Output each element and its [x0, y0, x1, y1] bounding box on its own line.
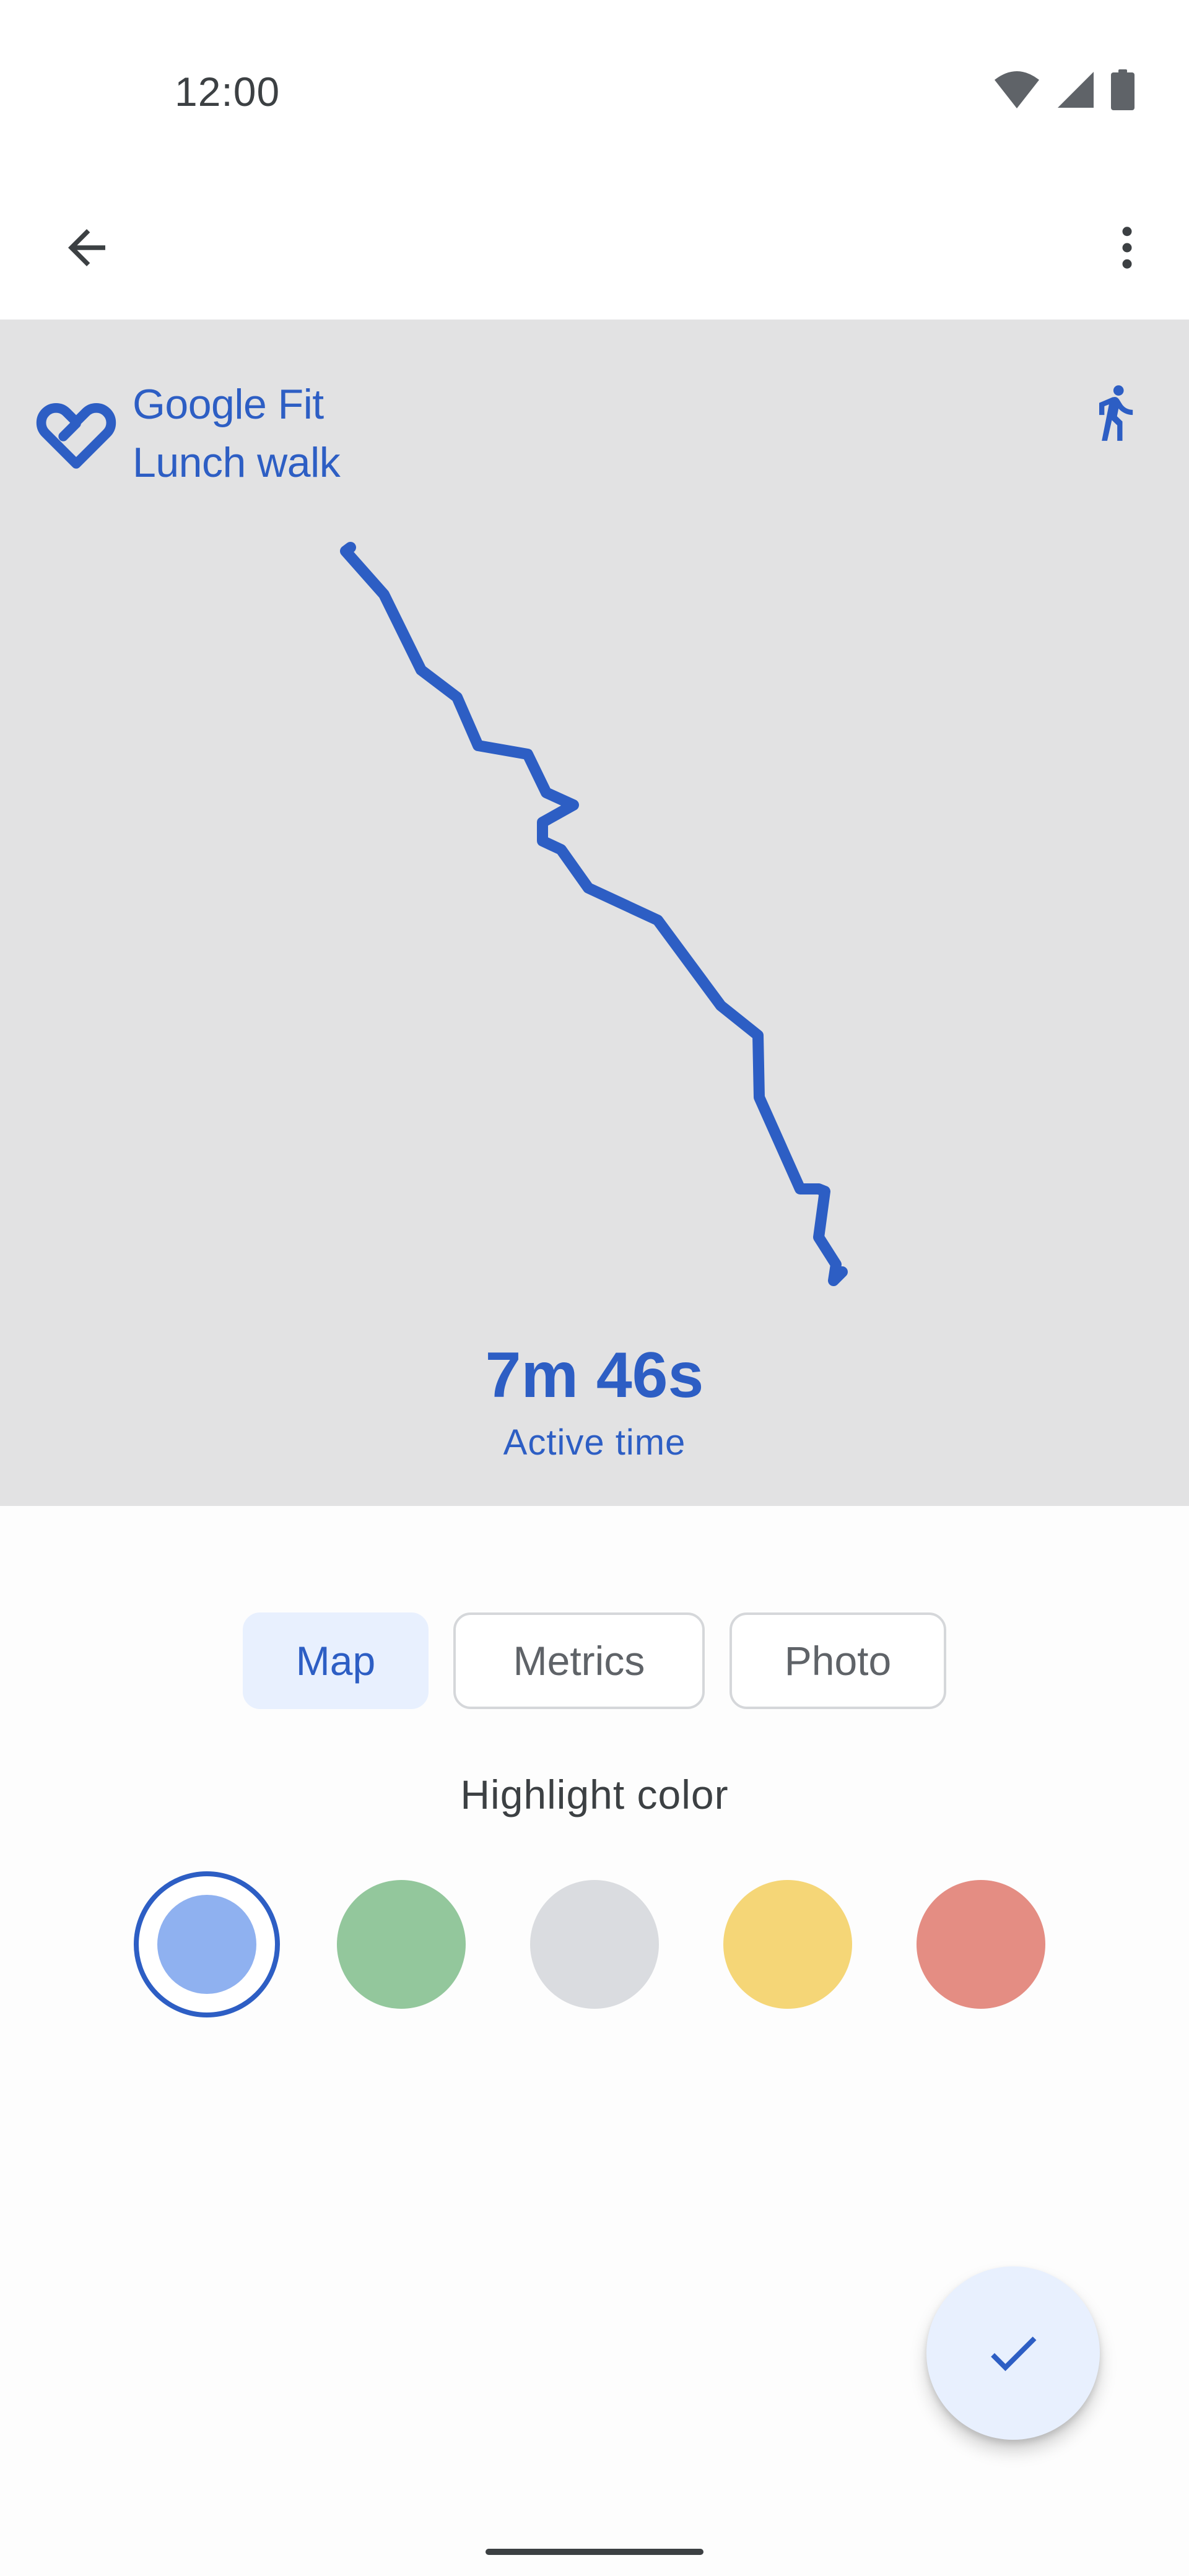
walking-icon	[1099, 385, 1133, 441]
more-options-button[interactable]	[1090, 211, 1164, 285]
brand: Google Fit Lunch walk	[36, 375, 341, 492]
gesture-nav-handle[interactable]	[486, 2549, 703, 2555]
metric-label: Active time	[503, 1422, 686, 1463]
tab-map[interactable]: Map	[243, 1612, 429, 1709]
brand-name: Google Fit	[133, 381, 324, 428]
status-time: 12:00	[175, 69, 281, 115]
activity-preview: Google Fit Lunch walk 7m 46s Active time	[0, 320, 1189, 1506]
more-vert-icon	[1122, 227, 1132, 269]
route-path	[340, 542, 848, 1286]
status-icons	[993, 69, 1135, 110]
tab-metrics[interactable]: Metrics	[453, 1612, 705, 1709]
battery-icon	[1111, 69, 1135, 110]
done-fab[interactable]	[926, 2266, 1100, 2440]
highlight-color-title: Highlight color	[460, 1772, 729, 1817]
back-button[interactable]	[50, 211, 124, 285]
color-swatch-yellow[interactable]	[723, 1880, 852, 2009]
metric-value: 7m 46s	[485, 1339, 704, 1411]
activity-name: Lunch walk	[133, 439, 341, 486]
highlight-color-swatches	[0, 1871, 1189, 2017]
check-icon	[991, 2336, 1037, 2372]
metric: 7m 46s Active time	[0, 1335, 1189, 1463]
color-swatch-blue[interactable]	[134, 1871, 280, 2017]
arrow-back-icon	[68, 229, 105, 266]
color-swatch-blue-fill	[157, 1895, 256, 1994]
app-bar	[0, 186, 1189, 320]
route-map	[340, 542, 848, 1286]
brand-text: Google Fit Lunch walk	[133, 375, 341, 492]
color-swatch-red[interactable]	[917, 1880, 1045, 2009]
status-bar: 12:00	[0, 0, 1189, 186]
wifi-icon	[995, 71, 1039, 108]
color-swatch-gray[interactable]	[530, 1880, 659, 2009]
layout-tabs: Map Metrics Photo	[0, 1612, 1189, 1709]
cell-signal-icon	[1058, 72, 1094, 108]
color-swatch-green[interactable]	[337, 1880, 466, 2009]
tab-photo[interactable]: Photo	[730, 1612, 946, 1709]
google-fit-logo-icon	[36, 403, 116, 469]
